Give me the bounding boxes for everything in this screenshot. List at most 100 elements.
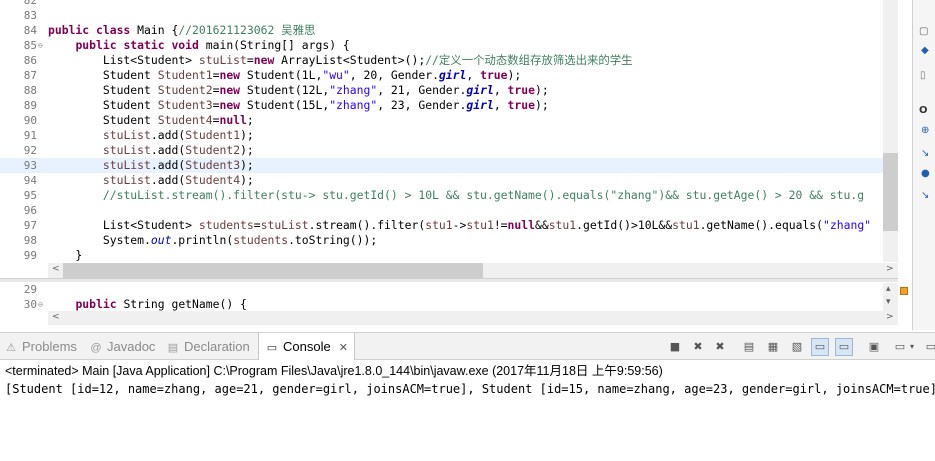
code-line[interactable]: 95 //stuList.stream().filter(stu-> stu.g… [0, 188, 883, 203]
line-number: 30 [23, 298, 37, 311]
code-text[interactable]: stuList.add(Student3); [48, 158, 254, 173]
code-text[interactable]: //stuList.stream().filter(stu-> stu.getI… [48, 188, 864, 203]
code-line[interactable]: 93 stuList.add(Student3); [0, 158, 883, 173]
code-line[interactable]: 90 Student Student4=null; [0, 113, 883, 128]
code-line[interactable]: 99 } [0, 248, 883, 263]
show-console-on-output-icon[interactable]: ▭ [811, 338, 829, 356]
code-text[interactable]: public String getName() { [48, 297, 246, 312]
code-text[interactable]: Student Student3=new Student(15L,"zhang"… [48, 98, 549, 113]
scroll-up-arrow-icon[interactable]: ▴ [886, 284, 891, 294]
line-number: 83 [23, 9, 37, 22]
code-text[interactable]: public static void main(String[] args) { [48, 38, 349, 53]
console-status-line: <terminated> Main [Java Application] C:\… [5, 364, 663, 378]
line-number: 98 [23, 234, 37, 247]
scroll-left-arrow-icon[interactable]: < [52, 312, 60, 322]
tree-node-icon[interactable]: ● [921, 168, 930, 179]
code-line[interactable]: 85 ⊖ public static void main(String[] arg… [0, 38, 883, 53]
scroll-right-arrow-icon[interactable]: > [886, 264, 894, 274]
scroll-right-arrow-icon[interactable]: > [886, 312, 894, 322]
open-console-icon[interactable]: ▭ [922, 338, 935, 356]
remove-launch-icon[interactable]: ✖ [689, 338, 707, 356]
javadoc-icon: @ [90, 342, 102, 354]
line-number: 87 [23, 69, 37, 82]
line-number: 82 [23, 0, 37, 7]
code-line[interactable]: 89 Student Student3=new Student(15L,"zha… [0, 98, 883, 113]
code-line[interactable]: 88 Student Student2=new Student(12L,"zha… [0, 83, 883, 98]
outline-icon[interactable]: ◆ [921, 45, 929, 56]
outline-view-icon[interactable]: O [919, 105, 928, 116]
code-editor[interactable]: 82 83 84 public class Main {//201621123062 … [0, 0, 898, 265]
code-text[interactable]: Student Student1=new Student(1L,"wu", 20… [48, 68, 521, 83]
code-line[interactable]: 91 stuList.add(Student1); [0, 128, 883, 143]
code-line[interactable]: 29 [0, 282, 883, 297]
editor-vertical-scroll-thumb[interactable] [883, 153, 898, 231]
code-text[interactable]: public class Main {//201621123062 吴雅思 [48, 23, 315, 38]
line-number: 91 [23, 129, 37, 142]
code-text[interactable]: List<Student> stuList=new ArrayList<Stud… [48, 53, 633, 68]
word-wrap-icon[interactable]: ▧ [788, 338, 806, 356]
tab-declaration[interactable]: ▤ Declaration [166, 333, 250, 360]
code-text[interactable]: Student Student4=null; [48, 113, 254, 128]
console-icon: ▭ [266, 342, 278, 354]
tab-javadoc[interactable]: @ Javadoc [89, 333, 155, 360]
code-text[interactable]: System.out.println(students.toString()); [48, 233, 377, 248]
close-icon[interactable]: ✕ [339, 342, 348, 354]
line-number: 95 [23, 189, 37, 202]
code-line[interactable]: 87 Student Student1=new Student(1L,"wu",… [0, 68, 883, 83]
line-number: 96 [23, 204, 37, 217]
code-line[interactable]: 92 stuList.add(Student2); [0, 143, 883, 158]
console-output-line: [Student [id=12, name=zhang, age=21, gen… [5, 382, 935, 396]
remove-all-terminated-icon[interactable]: ✖ [711, 338, 729, 356]
scroll-down-arrow-icon[interactable]: ▾ [886, 297, 891, 307]
clear-console-icon[interactable]: ▤ [740, 338, 758, 356]
problems-icon: ⚠ [6, 342, 16, 354]
declaration-icon: ▤ [167, 342, 179, 354]
code-line[interactable]: 86 List<Student> stuList=new ArrayList<S… [0, 53, 883, 68]
scroll-lock-icon[interactable]: ▦ [764, 338, 782, 356]
warning-marker-icon[interactable] [900, 287, 908, 295]
line-number: 99 [23, 249, 37, 262]
pin-console-icon[interactable]: ▣ [865, 338, 883, 356]
terminate-icon[interactable]: ■ [666, 338, 684, 356]
line-number: 85 [23, 39, 37, 52]
code-line[interactable]: 84 public class Main {//201621123062 吴雅思 [0, 23, 883, 38]
code-text[interactable]: stuList.add(Student1); [48, 128, 254, 143]
line-number: 84 [23, 24, 37, 37]
line-number: 86 [23, 54, 37, 67]
code-text[interactable]: Student Student2=new Student(12L,"zhang"… [48, 83, 549, 98]
code-text[interactable]: stuList.add(Student4); [48, 173, 254, 188]
line-number: 97 [23, 219, 37, 232]
code-text[interactable]: } [48, 248, 82, 263]
tab-problems[interactable]: ⚠ Problems [4, 333, 77, 360]
console-tab-bar: ⚠ Problems @ Javadoc ▤ Declaration ▭ Console… [0, 332, 935, 360]
code-line[interactable]: 94 stuList.add(Student4); [0, 173, 883, 188]
view-icon[interactable]: ▢ [919, 26, 928, 37]
console-output-area[interactable]: <terminated> Main [Java Application] C:\… [0, 361, 935, 461]
fold-toggle-icon[interactable]: ⊖ [38, 301, 46, 309]
view-icon[interactable]: ▯ [920, 70, 926, 81]
code-text[interactable]: stuList.add(Student2); [48, 143, 254, 158]
code-line[interactable]: 83 [0, 8, 883, 23]
code-line[interactable]: 96 [0, 203, 883, 218]
editor-horizontal-scroll-thumb[interactable] [63, 263, 483, 278]
tree-node-icon[interactable]: ⊕ [921, 125, 929, 136]
code-line[interactable]: 97 List<Student> students=stuList.stream… [0, 218, 883, 233]
show-console-on-error-icon[interactable]: ▭ [835, 338, 853, 356]
tree-node-icon[interactable]: ↘ [921, 190, 929, 201]
scroll-left-arrow-icon[interactable]: < [52, 264, 60, 274]
tree-node-icon[interactable]: ↘ [921, 148, 929, 159]
line-number: 92 [23, 144, 37, 157]
fold-toggle-icon[interactable]: ⊖ [38, 42, 46, 50]
line-number: 29 [23, 283, 37, 296]
code-line[interactable]: 30 ⊖ public String getName() { [0, 297, 883, 312]
chevron-down-icon[interactable]: ▾ [907, 338, 917, 356]
code-line[interactable]: 82 [0, 0, 883, 8]
editor-lower-horizontal-scrollbar[interactable] [48, 311, 898, 325]
right-view-strip: ▢ ◆ ▯ O ⊕ ↘ ● ↘ [912, 0, 935, 330]
tab-console[interactable]: ▭ Console ✕ [258, 333, 355, 360]
code-text[interactable]: List<Student> students=stuList.stream().… [48, 218, 871, 233]
line-number: 89 [23, 99, 37, 112]
line-number: 88 [23, 84, 37, 97]
line-number: 93 [23, 159, 37, 172]
code-line[interactable]: 98 System.out.println(students.toString(… [0, 233, 883, 248]
